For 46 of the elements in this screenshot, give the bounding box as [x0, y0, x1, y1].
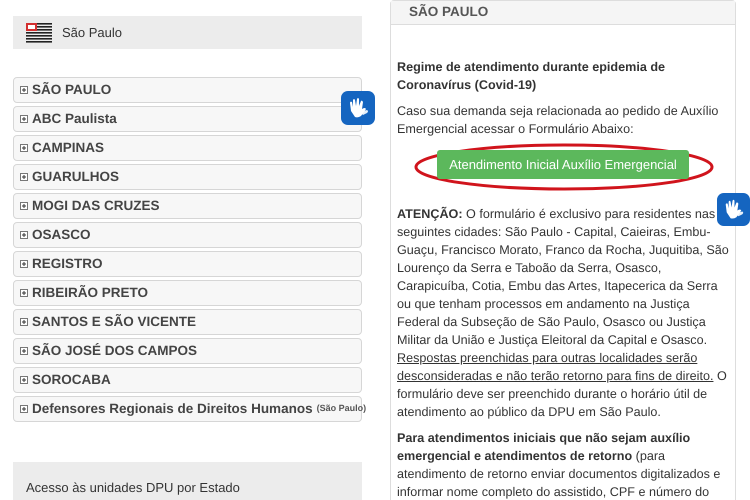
region-label: CAMPINAS: [32, 138, 104, 157]
hand-icon[interactable]: [717, 193, 750, 226]
region-accordion-item[interactable]: SÃO JOSÉ DOS CAMPOS: [13, 338, 362, 364]
paragraph: Para atendimentos iniciais que não sejam auxílio emergencial e atendimentos de retorno (para atendimento de retorno enviar documentos digitalizados e informar nome completo do assistido, CPF e número do: [397, 430, 722, 500]
region-accordion-item[interactable]: GUARULHOS: [13, 164, 362, 190]
region-accordion-item[interactable]: RIBEIRÃO PRETO: [13, 280, 362, 306]
hand-icon[interactable]: [341, 91, 375, 125]
plus-icon: [20, 202, 28, 210]
plus-icon: [20, 405, 28, 413]
footer-link[interactable]: Acesso às unidades DPU por Estado: [26, 480, 240, 495]
region-label: ABC Paulista: [32, 110, 117, 128]
notice-title: Regime de atendimento durante epidemia de Coronavírus (Covid-19): [397, 59, 666, 94]
region-label: RIBEIRÃO PRETO: [32, 284, 148, 302]
region-accordion-item[interactable]: REGISTRO: [13, 251, 362, 277]
region-label: SANTOS E SÃO VICENTE: [32, 312, 196, 331]
plus-icon: [20, 376, 28, 384]
region-label: SÃO JOSÉ DOS CAMPOS: [32, 342, 198, 360]
region-label: REGISTRO: [32, 254, 103, 273]
region-accordion-item[interactable]: ABC Paulista: [13, 106, 362, 132]
region-accordion-item[interactable]: SANTOS E SÃO VICENTE: [13, 309, 362, 335]
plus-icon: [20, 289, 28, 297]
plus-icon: [20, 260, 28, 268]
region-label: OSASCO: [32, 226, 91, 244]
state-selector[interactable]: São Paulo: [13, 16, 362, 49]
paragraph: ATENÇÃO: O formulário é exclusivo para residentes nas seguintes cidades: São Paulo - Capital, Caieiras, Embu-Guaçu, Francisco Morato, Franco da Rocha, Juquitiba, São Lourenço da Serra e Taboão da Serra, Osasco, Carapicuíba, Cotia, Embu das Artes, Itapecerica da Serra ou que tenham processos em andamento na Justiça Federal da Subseção de São Paulo, Osasco ou Justiça Militar da União e Justiça Eleitoral da Capital e Osasco. Respostas preenchidas para outras localidades serão desconsideradas e não terão retorno para fins de direito. O formulário deve ser preenchido durante o horário útil de atendimento ao público da DPU em São Paulo.: [397, 206, 729, 421]
plus-icon: [20, 231, 28, 239]
plus-icon: [20, 115, 28, 123]
state-name: São Paulo: [62, 24, 122, 42]
plus-icon: [20, 173, 28, 181]
plus-icon: [20, 144, 28, 152]
region-accordion-item[interactable]: SÃO PAULO: [13, 77, 362, 103]
region-label: GUARULHOS: [32, 168, 119, 186]
region-accordion-item[interactable]: OSASCO: [13, 222, 362, 248]
region-accordion-item[interactable]: CAMPINAS: [13, 135, 362, 161]
section-title: SÃO PAULO: [409, 3, 488, 22]
region-label: SÃO PAULO: [32, 80, 112, 99]
plus-icon: [20, 347, 28, 355]
plus-icon: [20, 318, 28, 326]
region-accordion-item[interactable]: SOROCABA: [13, 367, 362, 393]
region-label: MOGI DAS CRUZES: [32, 196, 160, 215]
plus-icon: [20, 86, 28, 94]
region-label: Defensores Regionais de Direitos Humanos: [32, 400, 313, 418]
region-accordion-item[interactable]: MOGI DAS CRUZES: [13, 193, 362, 219]
intro-text: Caso sua demanda seja relacionada ao pedido de Auxílio Emergencial acessar o Formulário Abaixo:: [397, 103, 720, 138]
flag-icon: [26, 22, 52, 42]
region-label: SOROCABA: [32, 370, 111, 389]
